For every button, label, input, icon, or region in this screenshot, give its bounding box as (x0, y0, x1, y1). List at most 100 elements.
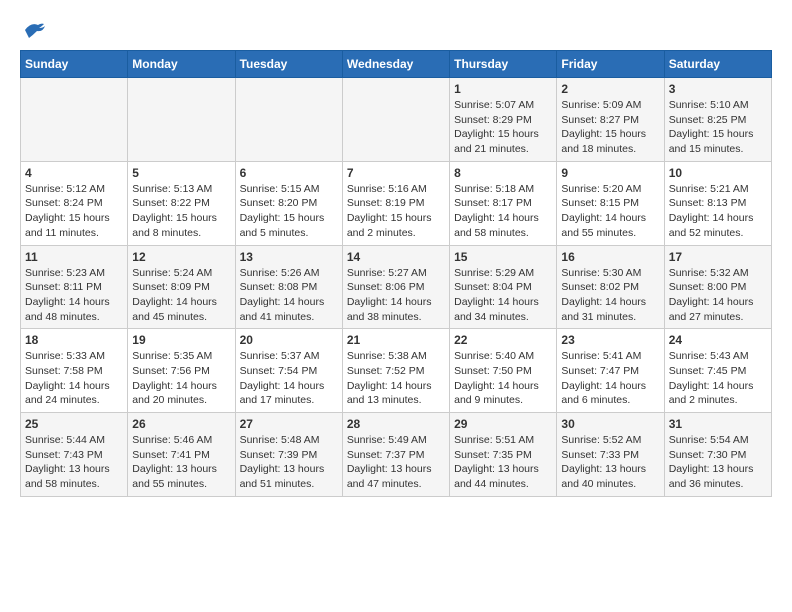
day-info: Sunrise: 5:24 AM Sunset: 8:09 PM Dayligh… (132, 266, 230, 325)
calendar-week-row: 11 Sunrise: 5:23 AM Sunset: 8:11 PM Dayli… (21, 245, 772, 329)
calendar-day-24: 24 Sunrise: 5:43 AM Sunset: 7:45 PM Dayli… (664, 329, 771, 413)
calendar-empty-cell (235, 78, 342, 162)
calendar-day-12: 12 Sunrise: 5:24 AM Sunset: 8:09 PM Dayli… (128, 245, 235, 329)
day-number: 6 (240, 166, 338, 180)
day-number: 20 (240, 333, 338, 347)
day-info: Sunrise: 5:35 AM Sunset: 7:56 PM Dayligh… (132, 349, 230, 408)
calendar-day-25: 25 Sunrise: 5:44 AM Sunset: 7:43 PM Dayli… (21, 413, 128, 497)
day-number: 30 (561, 417, 659, 431)
weekday-header-thursday: Thursday (450, 51, 557, 78)
day-number: 19 (132, 333, 230, 347)
calendar-day-22: 22Sunrise: 5:40 AM Sunset: 7:50 PM Dayli… (450, 329, 557, 413)
calendar-day-3: 3 Sunrise: 5:10 AM Sunset: 8:25 PM Daylig… (664, 78, 771, 162)
day-info: Sunrise: 5:46 AM Sunset: 7:41 PM Dayligh… (132, 433, 230, 492)
day-info: Sunrise: 5:23 AM Sunset: 8:11 PM Dayligh… (25, 266, 123, 325)
day-number: 24 (669, 333, 767, 347)
day-info: Sunrise: 5:37 AM Sunset: 7:54 PM Dayligh… (240, 349, 338, 408)
day-info: Sunrise: 5:41 AM Sunset: 7:47 PM Dayligh… (561, 349, 659, 408)
day-number: 18 (25, 333, 123, 347)
day-number: 28 (347, 417, 445, 431)
calendar-day-26: 26 Sunrise: 5:46 AM Sunset: 7:41 PM Dayli… (128, 413, 235, 497)
day-number: 9 (561, 166, 659, 180)
calendar-day-30: 30 Sunrise: 5:52 AM Sunset: 7:33 PM Dayli… (557, 413, 664, 497)
day-info: Sunrise: 5:32 AM Sunset: 8:00 PM Dayligh… (669, 266, 767, 325)
day-number: 22 (454, 333, 552, 347)
day-info: Sunrise: 5:13 AM Sunset: 8:22 PM Dayligh… (132, 182, 230, 241)
logo-bird-icon (23, 20, 45, 40)
calendar-day-11: 11 Sunrise: 5:23 AM Sunset: 8:11 PM Dayli… (21, 245, 128, 329)
day-number: 17 (669, 250, 767, 264)
day-info: Sunrise: 5:26 AM Sunset: 8:08 PM Dayligh… (240, 266, 338, 325)
day-number: 2 (561, 82, 659, 96)
calendar-empty-cell (21, 78, 128, 162)
day-info: Sunrise: 5:38 AM Sunset: 7:52 PM Dayligh… (347, 349, 445, 408)
weekday-header-saturday: Saturday (664, 51, 771, 78)
calendar-day-28: 28 Sunrise: 5:49 AM Sunset: 7:37 PM Dayli… (342, 413, 449, 497)
calendar-day-19: 19 Sunrise: 5:35 AM Sunset: 7:56 PM Dayli… (128, 329, 235, 413)
calendar-day-16: 16Sunrise: 5:30 AM Sunset: 8:02 PM Dayli… (557, 245, 664, 329)
day-number: 8 (454, 166, 552, 180)
calendar-week-row: 1Sunrise: 5:07 AM Sunset: 8:29 PM Daylig… (21, 78, 772, 162)
day-info: Sunrise: 5:44 AM Sunset: 7:43 PM Dayligh… (25, 433, 123, 492)
day-info: Sunrise: 5:27 AM Sunset: 8:06 PM Dayligh… (347, 266, 445, 325)
day-number: 25 (25, 417, 123, 431)
calendar-day-1: 1Sunrise: 5:07 AM Sunset: 8:29 PM Daylig… (450, 78, 557, 162)
calendar-day-31: 31 Sunrise: 5:54 AM Sunset: 7:30 PM Dayli… (664, 413, 771, 497)
day-info: Sunrise: 5:09 AM Sunset: 8:27 PM Dayligh… (561, 98, 659, 157)
calendar-day-15: 15Sunrise: 5:29 AM Sunset: 8:04 PM Dayli… (450, 245, 557, 329)
calendar-empty-cell (128, 78, 235, 162)
calendar-week-row: 4Sunrise: 5:12 AM Sunset: 8:24 PM Daylig… (21, 161, 772, 245)
day-info: Sunrise: 5:10 AM Sunset: 8:25 PM Dayligh… (669, 98, 767, 157)
day-number: 4 (25, 166, 123, 180)
weekday-header-wednesday: Wednesday (342, 51, 449, 78)
day-number: 13 (240, 250, 338, 264)
day-info: Sunrise: 5:16 AM Sunset: 8:19 PM Dayligh… (347, 182, 445, 241)
day-number: 29 (454, 417, 552, 431)
calendar-day-18: 18Sunrise: 5:33 AM Sunset: 7:58 PM Dayli… (21, 329, 128, 413)
calendar-week-row: 25 Sunrise: 5:44 AM Sunset: 7:43 PM Dayli… (21, 413, 772, 497)
calendar-week-row: 18Sunrise: 5:33 AM Sunset: 7:58 PM Dayli… (21, 329, 772, 413)
calendar-day-23: 23 Sunrise: 5:41 AM Sunset: 7:47 PM Dayli… (557, 329, 664, 413)
calendar-day-29: 29 Sunrise: 5:51 AM Sunset: 7:35 PM Dayli… (450, 413, 557, 497)
day-number: 5 (132, 166, 230, 180)
calendar-day-7: 7 Sunrise: 5:16 AM Sunset: 8:19 PM Daylig… (342, 161, 449, 245)
day-number: 15 (454, 250, 552, 264)
day-number: 26 (132, 417, 230, 431)
day-info: Sunrise: 5:54 AM Sunset: 7:30 PM Dayligh… (669, 433, 767, 492)
day-info: Sunrise: 5:52 AM Sunset: 7:33 PM Dayligh… (561, 433, 659, 492)
calendar-day-20: 20 Sunrise: 5:37 AM Sunset: 7:54 PM Dayli… (235, 329, 342, 413)
calendar-day-6: 6 Sunrise: 5:15 AM Sunset: 8:20 PM Daylig… (235, 161, 342, 245)
calendar-day-17: 17 Sunrise: 5:32 AM Sunset: 8:00 PM Dayli… (664, 245, 771, 329)
day-number: 31 (669, 417, 767, 431)
weekday-header-row: SundayMondayTuesdayWednesdayThursdayFrid… (21, 51, 772, 78)
day-number: 12 (132, 250, 230, 264)
calendar-day-10: 10Sunrise: 5:21 AM Sunset: 8:13 PM Dayli… (664, 161, 771, 245)
day-number: 7 (347, 166, 445, 180)
calendar-day-4: 4Sunrise: 5:12 AM Sunset: 8:24 PM Daylig… (21, 161, 128, 245)
calendar-day-13: 13 Sunrise: 5:26 AM Sunset: 8:08 PM Dayli… (235, 245, 342, 329)
day-info: Sunrise: 5:30 AM Sunset: 8:02 PM Dayligh… (561, 266, 659, 325)
weekday-header-sunday: Sunday (21, 51, 128, 78)
day-info: Sunrise: 5:20 AM Sunset: 8:15 PM Dayligh… (561, 182, 659, 241)
day-number: 21 (347, 333, 445, 347)
day-info: Sunrise: 5:51 AM Sunset: 7:35 PM Dayligh… (454, 433, 552, 492)
weekday-header-friday: Friday (557, 51, 664, 78)
day-info: Sunrise: 5:43 AM Sunset: 7:45 PM Dayligh… (669, 349, 767, 408)
day-number: 1 (454, 82, 552, 96)
calendar-day-21: 21 Sunrise: 5:38 AM Sunset: 7:52 PM Dayli… (342, 329, 449, 413)
page-header (20, 20, 772, 40)
day-info: Sunrise: 5:48 AM Sunset: 7:39 PM Dayligh… (240, 433, 338, 492)
day-number: 10 (669, 166, 767, 180)
weekday-header-monday: Monday (128, 51, 235, 78)
day-info: Sunrise: 5:49 AM Sunset: 7:37 PM Dayligh… (347, 433, 445, 492)
calendar-day-14: 14 Sunrise: 5:27 AM Sunset: 8:06 PM Dayli… (342, 245, 449, 329)
day-number: 14 (347, 250, 445, 264)
logo (20, 20, 45, 40)
calendar-empty-cell (342, 78, 449, 162)
day-number: 3 (669, 82, 767, 96)
calendar-day-2: 2 Sunrise: 5:09 AM Sunset: 8:27 PM Daylig… (557, 78, 664, 162)
day-number: 11 (25, 250, 123, 264)
day-number: 23 (561, 333, 659, 347)
calendar-day-8: 8Sunrise: 5:18 AM Sunset: 8:17 PM Daylig… (450, 161, 557, 245)
day-info: Sunrise: 5:15 AM Sunset: 8:20 PM Dayligh… (240, 182, 338, 241)
